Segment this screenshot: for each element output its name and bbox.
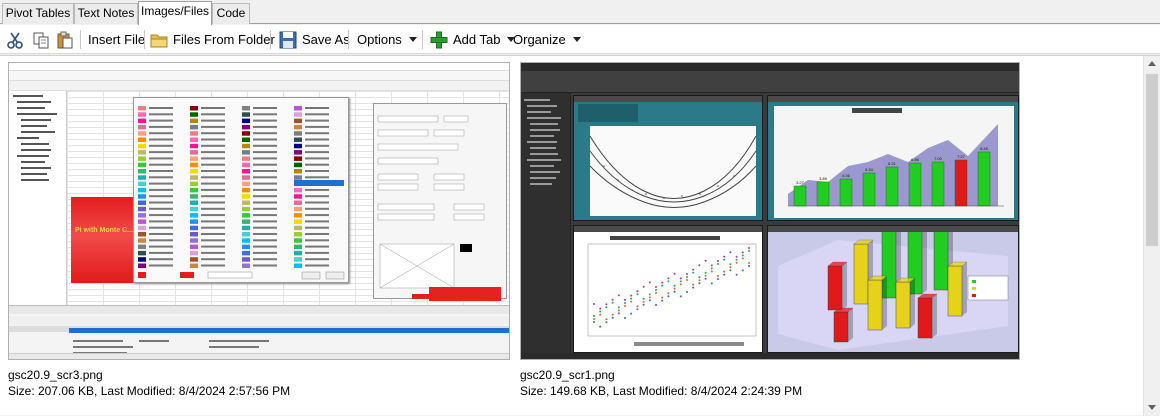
preview-toolbar <box>9 71 509 81</box>
preview-statusbar <box>9 353 509 359</box>
paste-button[interactable] <box>56 28 79 51</box>
preview-selected-row <box>69 328 509 333</box>
svg-text:4.36: 4.36 <box>842 173 851 178</box>
screenshot-preview[interactable]: 3.27 3.89 4.36 5.34 6.21 6.86 7.00 7.27 8.45 <box>520 62 1020 360</box>
svg-text:7.27: 7.27 <box>957 154 966 159</box>
organize-dropdown[interactable]: Organize <box>513 28 581 51</box>
toolbar-separator <box>270 30 271 49</box>
save-as-label: Save As <box>302 32 350 47</box>
vertical-scrollbar[interactable] <box>1143 56 1160 416</box>
tab-pivot-tables[interactable]: Pivot Tables <box>2 3 74 24</box>
paste-icon <box>56 31 74 49</box>
file-thumbnail[interactable]: 3.27 3.89 4.36 5.34 6.21 6.86 7.00 7.27 8.45 <box>520 62 1020 402</box>
preview-color-picker <box>133 97 349 283</box>
tab-images-files[interactable]: Images/Files <box>138 1 212 25</box>
options-label: Options <box>357 32 402 47</box>
cut-button[interactable] <box>6 28 29 51</box>
preview-banner-text: Pi with Monte C... <box>75 227 133 234</box>
svg-text:3.27: 3.27 <box>796 180 805 185</box>
insert-file-button[interactable]: Insert File <box>88 28 145 51</box>
file-name: gsc20.9_scr3.png <box>8 368 103 382</box>
toolbar-separator <box>422 30 423 49</box>
preview-format-panel <box>373 103 507 299</box>
image-viewer[interactable]: Pi with Monte C... gsc20.9_scr3.png Size… <box>0 55 1160 416</box>
scrollbar-thumb[interactable] <box>1146 74 1158 246</box>
file-thumbnail[interactable]: Pi with Monte C... gsc20.9_scr3.png Size… <box>8 62 510 402</box>
plus-icon <box>430 31 448 49</box>
preview-statusbar <box>521 353 1019 359</box>
preview-3d-bar-chart <box>767 205 1019 353</box>
chevron-down-icon <box>572 37 581 42</box>
tab-bar: Pivot Tables Text Notes Images/Files Cod… <box>0 0 1160 25</box>
screenshot-preview[interactable]: Pi with Monte C... <box>8 62 510 360</box>
folder-icon <box>150 31 168 49</box>
scissors-icon <box>6 31 24 49</box>
preview-tree <box>9 91 67 305</box>
toolbar-separator <box>348 30 349 49</box>
add-tab-dropdown[interactable]: Add Tab <box>430 28 516 51</box>
tab-code[interactable]: Code <box>212 3 250 24</box>
svg-text:8.45: 8.45 <box>980 146 989 151</box>
toolbar-separator <box>80 30 81 49</box>
files-from-folder-label: Files From Folder <box>173 32 275 47</box>
preview-red-banner: Pi with Monte C... <box>71 197 137 283</box>
options-dropdown[interactable]: Options <box>357 28 417 51</box>
scroll-down-icon[interactable] <box>1148 405 1156 410</box>
svg-text:6.86: 6.86 <box>911 157 920 162</box>
toolbar-separator <box>144 30 145 49</box>
preview-formula-bar <box>9 81 509 91</box>
file-info: Size: 149.68 KB, Last Modified: 8/4/2024… <box>520 384 803 398</box>
chevron-down-icon <box>408 37 417 42</box>
preview-curve-chart <box>573 95 763 221</box>
svg-text:7.00: 7.00 <box>934 156 943 161</box>
preview-bar-chart: 3.27 3.89 4.36 5.34 6.21 6.86 7.00 7.27 8.45 <box>767 95 1019 221</box>
preview-menubar <box>521 63 1019 71</box>
save-as-button[interactable]: Save As <box>279 28 350 51</box>
svg-text:6.21: 6.21 <box>888 161 897 166</box>
tab-text-notes[interactable]: Text Notes <box>74 3 138 24</box>
add-tab-label: Add Tab <box>453 32 501 47</box>
svg-text:3.89: 3.89 <box>819 176 828 181</box>
preview-toolbar <box>521 71 1019 93</box>
images-toolbar: Insert File Files From Folder Save As Op… <box>0 25 1160 54</box>
copy-icon <box>32 31 50 49</box>
files-from-folder-button[interactable]: Files From Folder <box>150 28 275 51</box>
preview-scatter-chart <box>573 225 763 353</box>
file-name: gsc20.9_scr1.png <box>520 368 615 382</box>
copy-button[interactable] <box>32 28 55 51</box>
preview-tree <box>521 93 571 353</box>
scroll-up-icon[interactable] <box>1148 61 1156 66</box>
organize-label: Organize <box>513 32 566 47</box>
preview-value-highlight <box>429 287 501 301</box>
svg-text:5.34: 5.34 <box>865 167 874 172</box>
floppy-disk-icon <box>279 31 297 49</box>
file-info: Size: 207.06 KB, Last Modified: 8/4/2024… <box>8 384 291 398</box>
preview-menubar <box>9 63 509 71</box>
